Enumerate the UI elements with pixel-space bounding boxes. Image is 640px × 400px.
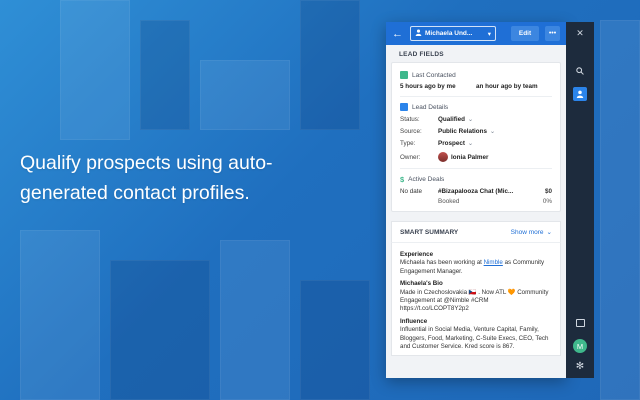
influence-text: Influential in Social Media, Venture Cap…	[400, 326, 549, 351]
chevron-down-icon: ▾	[487, 30, 491, 38]
more-options-button[interactable]: •••	[545, 26, 560, 41]
status-label: Status:	[400, 116, 420, 123]
deal-name: #Bizapalooza Chat (Mic...	[438, 188, 514, 195]
briefcase-icon	[400, 103, 408, 111]
close-icon[interactable]: ✕	[576, 28, 584, 39]
owner-value: Ionia Palmer	[451, 153, 489, 161]
lead-details-title: Lead Details	[412, 103, 449, 111]
owner-avatar	[438, 152, 448, 162]
active-deals-title: Active Deals	[408, 176, 445, 183]
bio-text: Made in Czechoslovakia 🇨🇿 . Now ATL 🧡 Co…	[400, 288, 549, 313]
bio-title: Michaela's Bio	[400, 280, 443, 288]
contact-name: Michaela Und...	[425, 30, 473, 37]
panel-toggle-icon[interactable]	[575, 319, 585, 327]
smart-summary-title: SMART SUMMARY	[400, 228, 459, 236]
last-contacted-me: 5 hours ago by me	[400, 83, 456, 90]
influence-title: Influence	[400, 317, 428, 325]
source-label: Source:	[400, 128, 422, 135]
back-arrow-icon[interactable]: ←	[392, 28, 404, 40]
chevron-down-icon: ⌄	[467, 117, 473, 123]
deal-row[interactable]: No date #Bizapalooza Chat (Mic... $0	[400, 188, 552, 195]
deal-probability: 0%	[542, 198, 552, 205]
status-value: Qualified	[438, 116, 465, 123]
contact-person-icon[interactable]	[573, 87, 587, 101]
show-more-link[interactable]: Show more ⌄	[510, 228, 552, 237]
owner-label: Owner:	[400, 153, 421, 161]
user-avatar[interactable]: M	[573, 339, 587, 353]
smart-summary-header: SMART SUMMARY Show more ⌄	[391, 221, 561, 242]
lead-fields-card: Last Contacted 5 hours ago by me an hour…	[391, 62, 561, 212]
chat-icon	[400, 71, 408, 79]
type-label: Type:	[400, 140, 416, 147]
show-more-label: Show more	[510, 228, 544, 236]
person-icon	[415, 29, 422, 38]
nimble-logo-icon: ✻	[575, 361, 585, 372]
type-value: Prospect	[438, 140, 465, 147]
deal-amount: $0	[544, 188, 552, 195]
experience-text: Michaela has been working at Nimble as C…	[400, 259, 545, 275]
promo-headline: Qualify prospects using auto-generated c…	[20, 152, 273, 204]
last-contacted-team: an hour ago by team	[476, 83, 538, 90]
contact-panel: ← Michaela Und... ▾ Edit ••• LEAD FIELDS…	[386, 22, 566, 378]
deal-stage: Booked	[438, 198, 460, 205]
chevron-down-icon: ⌄	[467, 141, 473, 147]
company-link[interactable]: Nimble	[484, 259, 503, 266]
smart-summary-body: Experience Michaela has been working at …	[391, 242, 561, 357]
edit-button[interactable]: Edit	[511, 26, 539, 41]
lead-fields-title: LEAD FIELDS	[399, 51, 444, 58]
experience-title: Experience	[400, 251, 434, 258]
owner-row[interactable]: Owner: Ionia Palmer	[400, 152, 552, 162]
search-icon[interactable]	[576, 67, 584, 77]
source-value: Public Relations	[438, 128, 487, 135]
dollar-icon: $	[400, 175, 405, 184]
last-contacted-title: Last Contacted	[412, 71, 456, 79]
source-row[interactable]: Source: Public Relations ⌄	[400, 128, 552, 135]
panel-content: LEAD FIELDS Last Contacted 5 hours ago b…	[386, 45, 566, 378]
chevron-down-icon: ⌄	[546, 229, 552, 236]
status-row[interactable]: Status: Qualified ⌄	[400, 116, 552, 123]
chevron-down-icon: ⌄	[490, 129, 496, 135]
side-rail: ✕ M ✻	[566, 22, 594, 378]
contact-selector[interactable]: Michaela Und... ▾	[410, 26, 496, 41]
type-row[interactable]: Type: Prospect ⌄	[400, 140, 552, 147]
panel-header: ← Michaela Und... ▾ Edit •••	[386, 22, 566, 45]
deal-date: No date	[400, 188, 423, 195]
